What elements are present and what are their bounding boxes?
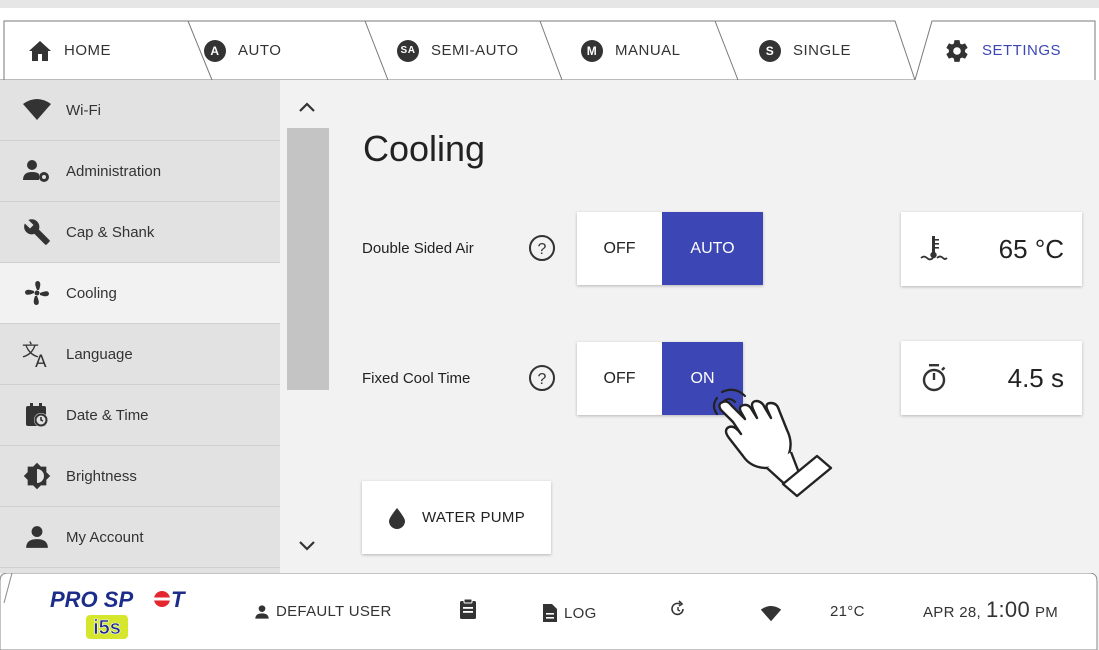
admin-icon <box>22 156 52 186</box>
scroll-up-button[interactable] <box>289 92 325 122</box>
temperature-card[interactable]: 65 °C <box>901 212 1082 286</box>
translate-icon: 文A <box>22 339 52 369</box>
gear-icon <box>946 39 968 62</box>
sync-status[interactable] <box>670 600 686 618</box>
date-text: APR 28, <box>923 604 981 621</box>
sidebar-item-cooling[interactable]: Cooling <box>0 263 280 324</box>
sidebar-item-wifi[interactable]: Wi-Fi <box>0 80 280 141</box>
single-badge-icon: S <box>759 39 781 62</box>
person-icon <box>22 522 52 552</box>
help-icon[interactable]: ? <box>527 363 557 393</box>
sidebar-item-cap-shank[interactable]: Cap & Shank <box>0 202 280 263</box>
cool-time-value: 4.5 s <box>1007 362 1064 393</box>
auto-badge-icon: A <box>204 39 226 62</box>
cool-time-card[interactable]: 4.5 s <box>901 341 1082 415</box>
ampm-text: PM <box>1035 604 1059 621</box>
tab-manual[interactable]: M MANUAL <box>567 21 737 80</box>
semi-auto-badge-icon: SA <box>397 39 419 62</box>
calendar-clock-icon <box>22 400 52 430</box>
manual-badge-icon: M <box>581 39 603 62</box>
tab-label: MANUAL <box>615 42 681 59</box>
sidebar-item-language[interactable]: 文A Language <box>0 324 280 385</box>
scrollbar-thumb[interactable] <box>287 128 329 390</box>
user-name: DEFAULT USER <box>276 603 392 620</box>
chevron-up-icon <box>299 102 315 112</box>
sidebar-item-label: Administration <box>66 162 162 180</box>
wifi-icon <box>22 95 52 125</box>
tab-label: AUTO <box>238 42 282 59</box>
tab-label: SINGLE <box>793 42 852 59</box>
svg-text:i5s: i5s <box>93 617 121 639</box>
log-button[interactable]: LOG <box>542 603 597 623</box>
timer-icon <box>922 364 946 392</box>
home-icon <box>29 40 51 61</box>
tab-semi-auto[interactable]: SA SEMI-AUTO <box>383 21 563 80</box>
document-icon <box>543 604 557 622</box>
double-sided-air-auto-option[interactable]: AUTO <box>662 212 763 285</box>
tab-label: HOME <box>64 42 111 59</box>
sidebar-item-label: My Account <box>66 528 144 546</box>
tap-gesture-hand-icon <box>712 388 833 498</box>
log-label: LOG <box>564 604 597 622</box>
tab-home[interactable]: HOME <box>0 21 200 80</box>
page-title: Cooling <box>363 128 486 169</box>
water-pump-label: WATER PUMP <box>422 509 525 526</box>
water-pump-button[interactable]: WATER PUMP <box>362 481 551 554</box>
user-icon <box>255 604 269 619</box>
sidebar-item-label: Wi-Fi <box>66 101 101 119</box>
sidebar-item-label: Date & Time <box>66 406 149 424</box>
svg-text:?: ? <box>538 241 547 258</box>
brightness-icon <box>22 461 52 491</box>
svg-text:A: A <box>35 352 47 368</box>
sidebar-item-label: Brightness <box>66 467 137 485</box>
chevron-down-icon <box>299 541 315 551</box>
svg-text:?: ? <box>538 371 547 388</box>
datetime: APR 28, 1:00 PM <box>923 597 1058 623</box>
coolant-temp-icon <box>920 236 948 261</box>
sidebar-item-label: Cap & Shank <box>66 223 155 241</box>
double-sided-air-label: Double Sided Air <box>362 240 474 257</box>
sidebar-item-label: Language <box>66 345 133 363</box>
time-text: 1:00 <box>985 597 1030 622</box>
current-user[interactable]: DEFAULT USER <box>254 603 392 620</box>
sidebar-item-date-time[interactable]: Date & Time <box>0 385 280 446</box>
sidebar-item-my-account[interactable]: My Account <box>0 507 280 568</box>
tab-label: SEMI-AUTO <box>431 42 519 59</box>
sidebar-item-administration[interactable]: Administration <box>0 141 280 202</box>
ambient-temperature: 21°C <box>830 603 865 620</box>
water-drop-icon <box>389 507 405 529</box>
fixed-cool-time-off-option[interactable]: OFF <box>577 342 662 415</box>
sidebar-item-label: Cooling <box>66 284 117 302</box>
fan-icon <box>22 278 52 308</box>
help-icon[interactable]: ? <box>527 233 557 263</box>
clipboard-icon <box>460 598 476 619</box>
scroll-down-button[interactable] <box>289 530 325 560</box>
double-sided-air-off-option[interactable]: OFF <box>577 212 662 285</box>
tab-auto[interactable]: A AUTO <box>190 21 370 80</box>
sidebar-item-brightness[interactable]: Brightness <box>0 446 280 507</box>
svg-text:PRO SP: PRO SP <box>50 587 133 612</box>
fixed-cool-time-label: Fixed Cool Time <box>362 370 471 387</box>
prospot-logo: PRO SP T i5s <box>50 587 186 639</box>
tab-label: SETTINGS <box>982 42 1062 59</box>
tab-single[interactable]: S SINGLE <box>745 21 915 80</box>
tab-settings[interactable]: SETTINGS <box>930 21 1095 80</box>
app-root: HOME A AUTO SA SEMI-AUTO M MANUAL S SING <box>0 0 1099 650</box>
double-sided-air-toggle: OFF AUTO <box>577 212 763 285</box>
settings-sidebar: Wi-Fi Administration Cap & Shank Cooling… <box>0 80 280 573</box>
temperature-value: 65 °C <box>998 233 1064 264</box>
clipboard-button[interactable] <box>459 598 477 620</box>
wifi-status-icon <box>760 606 782 622</box>
refresh-icon <box>671 600 684 616</box>
tab-bar: HOME A AUTO SA SEMI-AUTO M MANUAL S SING <box>0 0 1099 80</box>
wifi-status[interactable] <box>760 606 782 622</box>
svg-text:T: T <box>171 587 186 612</box>
wrench-icon <box>22 217 52 247</box>
